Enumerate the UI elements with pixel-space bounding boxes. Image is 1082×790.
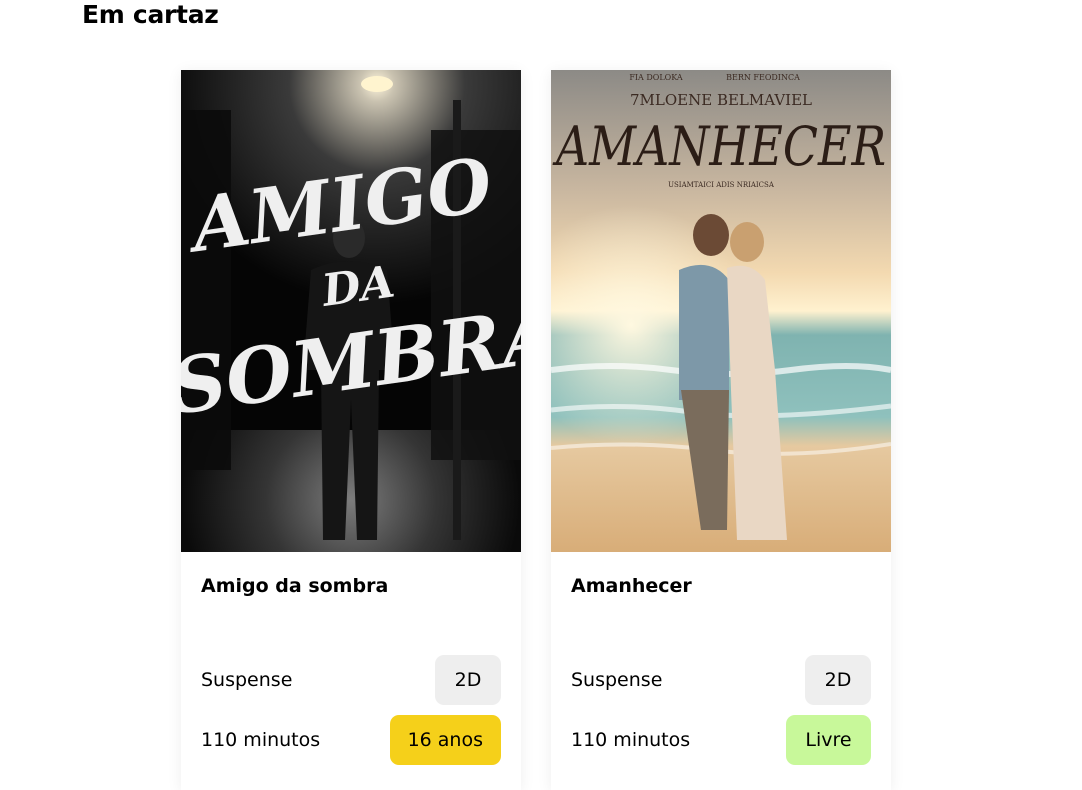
movie-duration-row: 110 minutos Livre (571, 715, 871, 765)
movie-poster[interactable]: FIA DOLOKA BERN FEODINCA 7MLOENE BELMAVI… (551, 70, 891, 552)
movie-title[interactable]: Amanhecer (571, 573, 692, 599)
movie-genre-row: Suspense 2D (571, 655, 871, 705)
age-rating-badge: 16 anos (389, 715, 501, 765)
poster-cast-names: 7MLOENE BELMAVIEL (630, 91, 812, 109)
movie-duration: 110 minutos (571, 729, 691, 751)
section-title: Em cartaz (82, 0, 219, 29)
movie-duration: 110 minutos (201, 729, 321, 751)
poster-title: AMANHECER (552, 115, 886, 178)
poster-image-amigo-da-sombra: AMIGO DA SOMBRA (181, 70, 521, 552)
movie-title[interactable]: Amigo da sombra (201, 573, 388, 599)
poster-title-line: DA (317, 256, 398, 317)
age-rating-badge: Livre (786, 715, 871, 765)
format-badge: 2D (805, 655, 871, 705)
poster-image-amanhecer: FIA DOLOKA BERN FEODINCA 7MLOENE BELMAVI… (551, 70, 891, 552)
movie-card[interactable]: FIA DOLOKA BERN FEODINCA 7MLOENE BELMAVI… (551, 70, 891, 790)
movie-genre: Suspense (571, 669, 663, 691)
format-badge: 2D (435, 655, 501, 705)
movie-poster[interactable]: AMIGO DA SOMBRA (181, 70, 521, 552)
poster-credit: BERN FEODINCA (726, 73, 800, 82)
movie-card[interactable]: AMIGO DA SOMBRA Amigo da sombra Suspense… (181, 70, 521, 790)
movie-genre-row: Suspense 2D (201, 655, 501, 705)
movie-duration-row: 110 minutos 16 anos (201, 715, 501, 765)
poster-credit: FIA DOLOKA (629, 73, 683, 82)
movie-genre: Suspense (201, 669, 293, 691)
poster-tagline: USIAMTAICI ADIS NRIAICSA (668, 181, 775, 189)
